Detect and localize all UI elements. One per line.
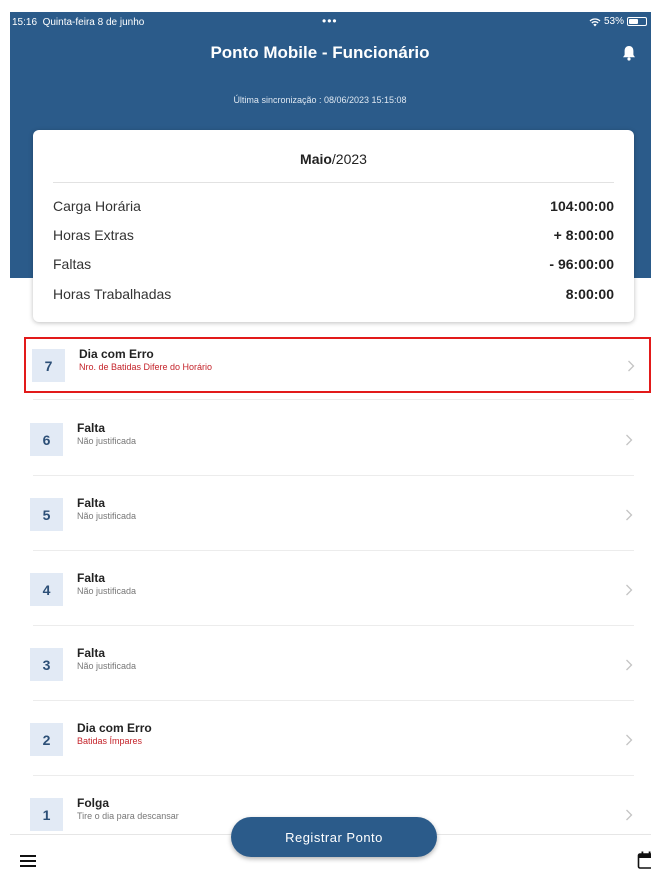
day-subtitle: Batidas Ímpares (77, 736, 143, 746)
bell-icon[interactable] (622, 45, 636, 61)
day-item-7[interactable]: 7 Dia com Erro Nro. de Batidas Difere do… (24, 337, 651, 393)
day-title: Falta (77, 496, 106, 510)
summary-label: Horas Extras (53, 227, 134, 243)
summary-value: 104:00:00 (550, 198, 614, 214)
day-title: Falta (77, 421, 106, 435)
day-title: Dia com Erro (77, 721, 152, 735)
list-separator (33, 550, 634, 551)
status-bar: 15:16 Quinta-feira 8 de junho ••• 53% (10, 12, 651, 34)
day-number-badge: 5 (30, 498, 63, 531)
list-separator (33, 475, 634, 476)
day-subtitle: Não justificada (77, 661, 137, 671)
day-number-badge: 6 (30, 423, 63, 456)
day-subtitle: Não justificada (77, 511, 137, 521)
day-subtitle: Tire o dia para descansar (77, 811, 179, 821)
list-separator (33, 775, 634, 776)
card-divider (53, 182, 614, 183)
day-title: Dia com Erro (79, 347, 154, 361)
summary-value: 8:00:00 (565, 286, 614, 302)
list-separator (33, 399, 634, 400)
day-item-3[interactable]: 3 Falta Não justificada (24, 638, 651, 694)
summary-label: Faltas (53, 256, 92, 272)
chevron-right-icon (628, 360, 635, 372)
chevron-right-icon (626, 509, 633, 521)
day-number-badge: 2 (30, 723, 63, 756)
day-title: Falta (77, 571, 106, 585)
chevron-right-icon (626, 809, 633, 821)
calendar-icon[interactable] (637, 851, 651, 869)
month-summary-card: Maio/2023 Carga Horária 104:00:00 Horas … (33, 130, 634, 322)
month-year: /2023 (331, 151, 367, 167)
day-number-badge: 3 (30, 648, 63, 681)
day-item-2[interactable]: 2 Dia com Erro Batidas Ímpares (24, 713, 651, 769)
status-date: Quinta-feira 8 de junho (42, 17, 145, 28)
wifi-icon (589, 17, 601, 26)
list-separator (33, 625, 634, 626)
list-separator (33, 700, 634, 701)
day-subtitle: Nro. de Batidas Difere do Horário (79, 362, 213, 372)
day-subtitle: Não justificada (77, 436, 137, 446)
chevron-right-icon (626, 659, 633, 671)
battery-level: 53% (603, 16, 624, 27)
summary-label: Carga Horária (53, 198, 141, 214)
status-time-date: 15:16 Quinta-feira 8 de junho (12, 17, 144, 28)
status-time: 15:16 (12, 17, 38, 28)
chevron-right-icon (626, 584, 633, 596)
status-right: 53% (589, 16, 647, 27)
day-subtitle: Não justificada (77, 586, 137, 596)
page-title: Ponto Mobile - Funcionário (210, 43, 430, 62)
battery-icon (627, 17, 647, 26)
day-title: Folga (77, 796, 109, 810)
sync-status: Última sincronização : 08/06/2023 15:15:… (233, 95, 407, 105)
month-name: Maio (300, 151, 332, 167)
summary-value: - 96:00:00 (549, 256, 614, 272)
chevron-right-icon (626, 434, 633, 446)
multitask-dots[interactable]: ••• (322, 14, 338, 28)
month-label: Maio/2023 (33, 151, 634, 167)
day-title: Falta (77, 646, 106, 660)
day-number-badge: 7 (32, 349, 65, 382)
day-item-5[interactable]: 5 Falta Não justificada (24, 488, 651, 544)
day-item-6[interactable]: 6 Falta Não justificada (24, 413, 651, 469)
day-number-badge: 4 (30, 573, 63, 606)
chevron-right-icon (626, 734, 633, 746)
day-number-badge: 1 (30, 798, 63, 831)
day-item-4[interactable]: 4 Falta Não justificada (24, 563, 651, 619)
summary-label: Horas Trabalhadas (53, 286, 172, 302)
menu-icon[interactable] (20, 855, 36, 867)
register-punch-button[interactable]: Registrar Ponto (231, 817, 437, 857)
summary-value: + 8:00:00 (553, 227, 614, 243)
